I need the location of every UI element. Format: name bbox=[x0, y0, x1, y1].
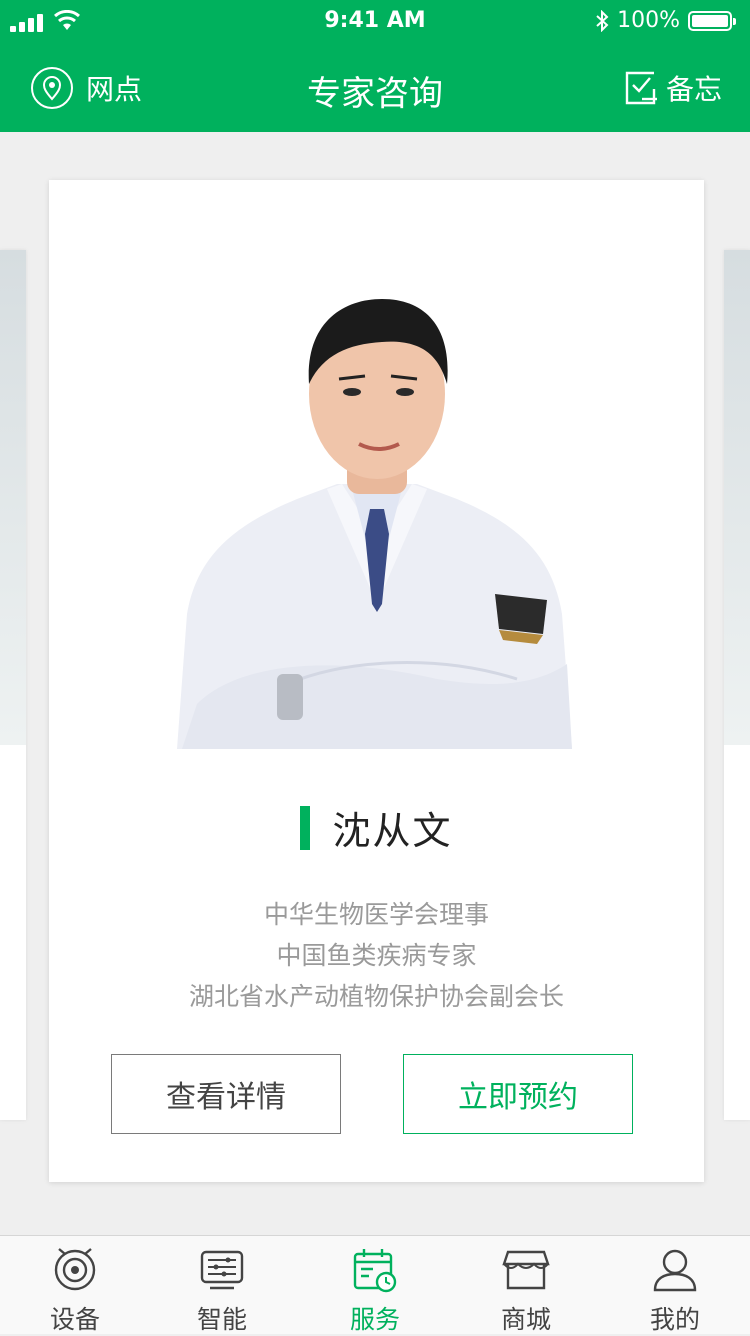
memo-icon bbox=[625, 71, 657, 105]
memo-button[interactable]: 备忘 bbox=[624, 68, 722, 108]
tab-profile[interactable]: 我的 bbox=[600, 1242, 750, 1334]
tab-service[interactable]: 服务 bbox=[300, 1242, 450, 1334]
expert-card: 沈从文 中华生物医学会理事 中国鱼类疾病专家 湖北省水产动植物保护协会副会长 查… bbox=[49, 180, 704, 1182]
view-details-button[interactable]: 查看详情 bbox=[111, 1054, 341, 1134]
expert-portrait bbox=[177, 284, 577, 749]
smart-icon bbox=[200, 1250, 244, 1290]
tab-label: 我的 bbox=[649, 1305, 700, 1334]
profile-icon bbox=[653, 1249, 697, 1292]
expert-titles: 中华生物医学会理事 中国鱼类疾病专家 湖北省水产动植物保护协会副会长 bbox=[49, 894, 704, 1017]
service-calendar-icon bbox=[353, 1249, 397, 1293]
tab-label: 智能 bbox=[196, 1305, 247, 1334]
tab-smart[interactable]: 智能 bbox=[147, 1242, 297, 1334]
next-expert-card[interactable] bbox=[724, 250, 750, 1120]
tab-bar: 设备 智能 服务 商城 我的 bbox=[0, 1235, 750, 1334]
tab-device[interactable]: 设备 bbox=[0, 1242, 150, 1334]
shop-icon bbox=[502, 1250, 550, 1290]
tab-label: 服务 bbox=[349, 1305, 400, 1334]
expert-title: 中华生物医学会理事 bbox=[263, 900, 489, 929]
tab-shop[interactable]: 商城 bbox=[451, 1242, 601, 1334]
nav-bar: 网点 专家咨询 备忘 bbox=[0, 44, 750, 132]
battery-percent: 100% bbox=[617, 8, 680, 33]
device-icon bbox=[54, 1248, 96, 1291]
battery-icon bbox=[688, 10, 736, 31]
expert-name: 沈从文 bbox=[332, 809, 453, 853]
status-bar: 9:41 AM 100% bbox=[0, 0, 750, 44]
previous-expert-card[interactable] bbox=[0, 250, 26, 1120]
book-now-button[interactable]: 立即预约 bbox=[403, 1054, 633, 1134]
expert-title: 中国鱼类疾病专家 bbox=[276, 941, 477, 970]
expert-name-row: 沈从文 bbox=[49, 800, 704, 855]
name-accent-bar bbox=[300, 805, 311, 850]
memo-label: 备忘 bbox=[665, 73, 722, 106]
tab-label: 设备 bbox=[49, 1305, 100, 1334]
bluetooth-icon bbox=[596, 9, 609, 32]
expert-title: 湖北省水产动植物保护协会副会长 bbox=[188, 982, 564, 1011]
tab-label: 商城 bbox=[500, 1305, 551, 1334]
